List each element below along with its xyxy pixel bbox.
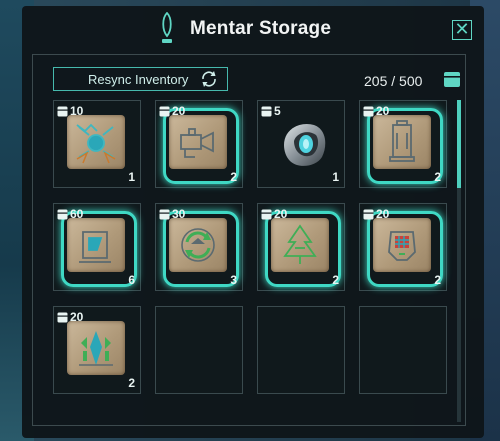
capacity-used: 205	[364, 73, 388, 89]
scrollbar-thumb[interactable]	[457, 100, 461, 188]
storage-box-icon	[159, 209, 170, 219]
stack-size: 20	[261, 207, 287, 221]
stack-size: 20	[159, 104, 185, 118]
inventory-slot-9[interactable]: 20 2	[53, 306, 141, 394]
stack-size: 30	[159, 207, 185, 221]
stack-size: 20	[363, 104, 389, 118]
inventory-slot-empty[interactable]	[257, 306, 345, 394]
stack-size: 20	[57, 310, 83, 324]
blueprint-tile-press-icon	[67, 218, 125, 272]
capacity-readout: 205 / 500	[364, 73, 422, 89]
blueprint-tile-crystal-icon	[67, 321, 125, 375]
item-quantity: 3	[230, 273, 237, 287]
blueprint-tile-camera-icon	[169, 115, 227, 169]
blueprint-tile-recycle-icon	[169, 218, 227, 272]
inventory-slot-1[interactable]: 10 1	[53, 100, 141, 188]
storage-box-icon	[57, 312, 68, 322]
resync-inventory-label: Resync Inventory	[88, 72, 189, 87]
blueprint-tile-gauge-icon	[373, 218, 431, 272]
inventory-slot-5[interactable]: 60 6	[53, 203, 141, 291]
item-quantity: 2	[434, 273, 441, 287]
inventory-slot-3[interactable]: 5 1	[257, 100, 345, 188]
blueprint-tile-canister-icon	[373, 115, 431, 169]
stack-size: 20	[363, 207, 389, 221]
storage-box-icon	[444, 72, 460, 87]
item-quantity: 2	[332, 273, 339, 287]
mentar-storage-icon	[162, 12, 172, 43]
capacity-max: 500	[399, 73, 423, 89]
close-button[interactable]: ✕	[452, 20, 472, 40]
resync-icon	[202, 71, 216, 87]
window-title: Mentar Storage	[190, 18, 332, 39]
blueprint-tile-orb-icon	[67, 115, 125, 169]
storage-box-icon	[363, 209, 374, 219]
storage-box-icon	[261, 209, 272, 219]
resync-inventory-button[interactable]: Resync Inventory	[53, 67, 228, 91]
inventory-slot-8[interactable]: 20 2	[359, 203, 447, 291]
inventory-slot-empty[interactable]	[359, 306, 447, 394]
storage-box-icon	[57, 209, 68, 219]
item-quantity: 1	[332, 170, 339, 184]
storage-box-icon	[363, 106, 374, 116]
item-quantity: 1	[128, 170, 135, 184]
storage-box-icon	[57, 106, 68, 116]
item-quantity: 2	[434, 170, 441, 184]
inventory-slot-7[interactable]: 20 2	[257, 203, 345, 291]
inventory-slot-6[interactable]: 30 3	[155, 203, 243, 291]
blueprint-tile-tree-icon	[271, 218, 329, 272]
item-quantity: 2	[230, 170, 237, 184]
storage-box-icon	[159, 106, 170, 116]
stack-size: 60	[57, 207, 83, 221]
inventory-slot-4[interactable]: 20 2	[359, 100, 447, 188]
stack-size: 5	[261, 104, 281, 118]
storage-box-icon	[261, 106, 272, 116]
capacity-separator: /	[391, 73, 396, 89]
inventory-slot-2[interactable]: 20 2	[155, 100, 243, 188]
stack-size: 10	[57, 104, 83, 118]
inventory-scrollbar[interactable]	[457, 100, 461, 422]
inventory-slot-empty[interactable]	[155, 306, 243, 394]
item-quantity: 6	[128, 273, 135, 287]
metallic-device-icon	[284, 123, 326, 166]
item-quantity: 2	[128, 376, 135, 390]
